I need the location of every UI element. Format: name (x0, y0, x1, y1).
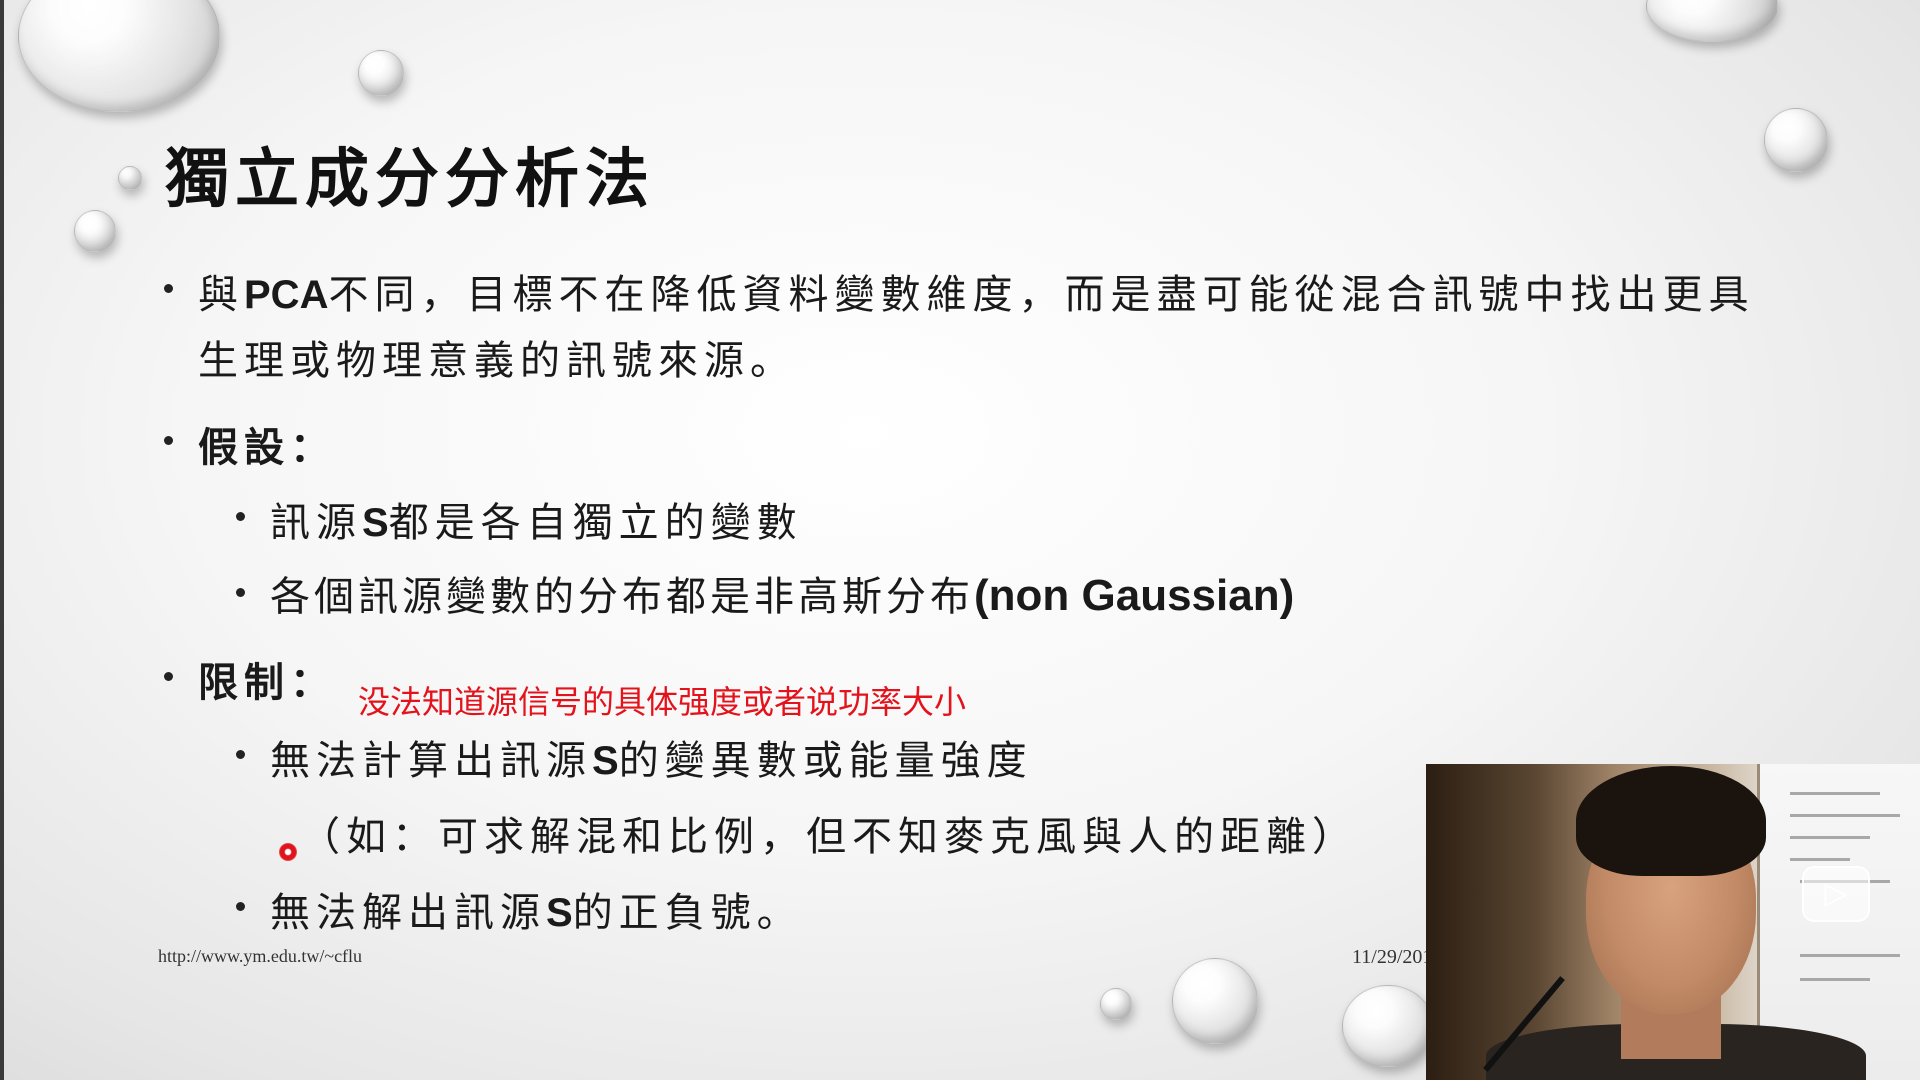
assumption-item-2-bold: (non Gaussian) (974, 571, 1295, 620)
water-drop (18, 0, 220, 112)
assumption-item-1: 訊源S都是各自獨立的變數 (270, 490, 803, 548)
wall-paper-line (1800, 954, 1900, 957)
limitation-item-2-bold: S (546, 891, 573, 935)
water-drop (1764, 108, 1828, 172)
presenter-hair (1576, 766, 1766, 876)
limitation-item-1: 無法計算出訊源S的變異數或能量強度 (270, 728, 1033, 786)
intro-text-pre: 與 (198, 272, 244, 318)
assumption-item-1-pre: 訊源 (270, 500, 362, 546)
slide-title: 獨立成分分析法 (165, 142, 655, 217)
water-drop (74, 210, 116, 252)
video-frame: 獨立成分分析法 與PCA不同，目標不在降低資料變數維度，而是盡可能從混合訊號中找… (0, 0, 1920, 1080)
water-drop (118, 166, 142, 190)
intro-line-2: 生理或物理意義的訊號來源。 (198, 338, 796, 384)
bullet-dot (164, 436, 173, 445)
intro-text-bold: PCA (244, 273, 329, 317)
water-drop (358, 50, 404, 96)
limitation-item-2-post: 的正負號。 (572, 890, 803, 936)
bullet-dot (164, 284, 173, 293)
sub-bullet-dot (236, 750, 245, 759)
wall-paper-line (1800, 978, 1870, 981)
water-drop (1646, 0, 1778, 42)
bullet-dot (164, 672, 173, 681)
assumption-item-1-post: 都是各自獨立的變數 (388, 500, 803, 546)
assumption-item-2: 各個訊源變數的分布都是非高斯分布(non Gaussian) (270, 564, 1294, 622)
sub-bullet-dot (236, 588, 245, 597)
limitation-item-1-post: 的變異數或能量強度 (618, 738, 1033, 784)
wall-paper-line (1790, 858, 1850, 861)
water-drop (1100, 988, 1132, 1020)
play-icon[interactable]: ▷ (1802, 866, 1870, 922)
intro-text-post: 不同，目標不在降低資料變數維度，而是盡可能從混合訊號中找出更具 (328, 272, 1755, 318)
sub-bullet-dot (236, 512, 245, 521)
wall-paper-line (1790, 792, 1880, 795)
wall-paper-line (1790, 836, 1870, 839)
limitation-item-1-bold: S (592, 739, 619, 783)
wall-paper-line (1790, 814, 1900, 817)
intro-line-1: 與PCA不同，目標不在降低資料變數維度，而是盡可能從混合訊號中找出更具 (198, 262, 1754, 320)
assumption-item-1-bold: S (362, 501, 389, 545)
footer-url: http://www.ym.edu.tw/~cflu (158, 946, 363, 966)
limitation-item-2: 無法解出訊源S的正負號。 (270, 880, 803, 938)
limitation-item-1-note: （如：可求解混和比例，但不知麥克風與人的距離） (300, 814, 1358, 860)
footer-date: 11/29/201 (1352, 946, 1433, 968)
limitation-item-1-pre: 無法計算出訊源 (270, 738, 592, 784)
sub-bullet-dot (236, 902, 245, 911)
limitations-heading: 限制： (198, 659, 336, 706)
water-drop (1172, 958, 1258, 1044)
frame-edge (0, 0, 4, 1080)
assumption-item-2-pre: 各個訊源變數的分布都是非高斯分布 (270, 574, 974, 620)
limitation-item-2-pre: 無法解出訊源 (270, 890, 546, 936)
pointer-cursor (279, 843, 297, 861)
handwritten-annotation: 没法知道源信号的具体强度或者说功率大小 (358, 683, 967, 721)
water-drop (1342, 985, 1434, 1067)
webcam-overlay: ▷ (1426, 764, 1920, 1080)
assumptions-heading: 假設： (198, 424, 336, 471)
